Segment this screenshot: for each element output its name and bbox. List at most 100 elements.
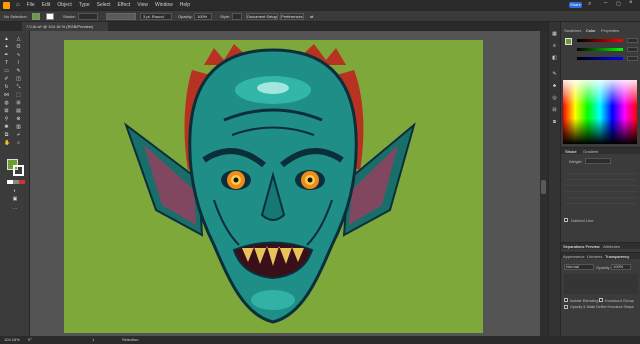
magic-wand-icon[interactable]: ✦ <box>4 45 9 50</box>
style-dropdown[interactable] <box>232 13 242 20</box>
type-tool-icon[interactable]: T <box>4 61 9 66</box>
slider-g[interactable] <box>577 48 623 51</box>
artboard[interactable] <box>64 40 483 333</box>
zoom-level[interactable]: 104.16% <box>4 336 20 344</box>
menu-help[interactable]: Help <box>180 2 190 8</box>
blend-mode-dropdown[interactable]: Normal <box>564 264 594 270</box>
tab-transparency[interactable]: Transparency <box>605 254 629 259</box>
lasso-icon[interactable]: ʘ <box>16 45 21 50</box>
menu-type[interactable]: Type <box>79 2 90 8</box>
stroke-color-box[interactable] <box>13 165 24 176</box>
direct-selection-tool-icon[interactable]: △ <box>16 37 21 42</box>
graphic-styles-icon[interactable]: ◎ <box>552 96 557 101</box>
paintbrush-icon[interactable]: ✎ <box>16 69 21 74</box>
pen-tool-icon[interactable]: ✒ <box>4 53 9 58</box>
shaper-tool-icon[interactable]: ✐ <box>4 77 9 82</box>
menu-file[interactable]: File <box>27 2 35 8</box>
menu-window[interactable]: Window <box>155 2 173 8</box>
tab-color[interactable]: Color <box>586 28 596 33</box>
slice-tool-icon[interactable]: ⌿ <box>16 133 21 138</box>
tab-properties[interactable]: Properties <box>601 28 619 33</box>
tab-stroke[interactable]: Stroke <box>565 149 577 154</box>
color-spectrum[interactable] <box>563 80 637 144</box>
variable-width-dropdown[interactable] <box>106 13 136 20</box>
free-transform-icon[interactable]: ⬚ <box>16 93 21 98</box>
rotation-value[interactable]: 0° <box>28 336 32 344</box>
artboard-number[interactable]: 1 <box>92 336 94 344</box>
color-value-b[interactable] <box>627 56 638 61</box>
menu-object[interactable]: Object <box>57 2 71 8</box>
slider-b[interactable] <box>577 57 623 60</box>
menu-effect[interactable]: Effect <box>118 2 131 8</box>
scale-tool-icon[interactable]: ⤡ <box>16 85 21 90</box>
eyedropper-icon[interactable]: ⚲ <box>4 117 9 122</box>
color-value-g[interactable] <box>627 47 638 52</box>
color-value-r[interactable] <box>627 38 638 43</box>
preferences-button[interactable]: Preferences <box>280 13 304 20</box>
color-mode-icons[interactable] <box>7 180 25 184</box>
artboard-tool-icon[interactable]: ⧉ <box>4 133 9 138</box>
symbols-panel-icon[interactable]: ♣ <box>552 84 557 89</box>
pathfinder-panel-icon[interactable]: ⧇ <box>552 120 557 125</box>
close-window-icon[interactable]: × <box>629 0 633 6</box>
shape-builder-icon[interactable]: ◍ <box>4 101 9 106</box>
weight-input[interactable] <box>585 158 611 164</box>
slider-r[interactable] <box>577 39 623 42</box>
more-tools-icon[interactable]: ⋯ <box>11 207 19 212</box>
hand-tool-icon[interactable]: ✋ <box>4 141 10 146</box>
maximize-icon[interactable]: ▢ <box>616 1 621 7</box>
menu-select[interactable]: Select <box>97 2 111 8</box>
screen-mode-icon[interactable]: ▣ <box>11 197 19 202</box>
tab-appearance[interactable]: Appearance <box>563 254 585 259</box>
rotate-tool-icon[interactable]: ↻ <box>4 85 9 90</box>
app-logo-icon[interactable] <box>0 0 12 10</box>
isolate-blending-checkbox[interactable] <box>564 298 568 302</box>
symbol-sprayer-icon[interactable]: ✺ <box>4 125 9 130</box>
share-button[interactable]: Share <box>569 2 582 8</box>
line-tool-icon[interactable]: / <box>16 61 21 66</box>
tab-gradient[interactable]: Gradient <box>583 149 598 154</box>
zoom-tool-icon[interactable]: ⌕ <box>16 141 21 146</box>
tab-separations-preview[interactable]: Separations Preview <box>563 244 600 249</box>
monster-head-artwork[interactable] <box>64 40 483 333</box>
brushes-panel-icon[interactable]: ✎ <box>552 72 557 77</box>
minimize-icon[interactable]: – <box>604 0 607 6</box>
dashed-line-checkbox[interactable] <box>564 218 568 222</box>
document-tab[interactable]: 7.0 AI.ai* @ 104.16 % (RGB/Preview) <box>22 22 108 31</box>
layers-panel-icon[interactable]: ≡ <box>552 44 557 49</box>
arrange-icon[interactable]: ⇄ <box>310 13 313 20</box>
gradient-tool-icon[interactable]: ▤ <box>16 109 21 114</box>
selection-tool-icon[interactable]: ▲ <box>4 37 9 42</box>
blend-tool-icon[interactable]: ⊗ <box>16 117 21 122</box>
opacity-mask-checkbox[interactable] <box>564 305 568 309</box>
libraries-panel-icon[interactable]: ◧ <box>552 56 557 61</box>
graph-tool-icon[interactable]: ▥ <box>16 125 21 130</box>
perspective-grid-icon[interactable]: ⊞ <box>16 101 21 106</box>
draw-mode-icon[interactable]: ◐ <box>11 189 19 194</box>
fill-swatch[interactable] <box>32 13 40 20</box>
vertical-scroll-thumb[interactable] <box>541 180 546 194</box>
color-fill-stroke-icon[interactable] <box>565 38 572 45</box>
brush-dropdown[interactable]: 3 pt. Round <box>140 13 172 20</box>
curvature-tool-icon[interactable]: ∿ <box>16 53 21 58</box>
tab-swatches[interactable]: Swatches <box>564 28 581 33</box>
tab-attributes[interactable]: Attributes <box>603 244 620 249</box>
eraser-icon[interactable]: ◫ <box>16 77 21 82</box>
search-icon[interactable]: ⌕ <box>588 1 591 8</box>
tab-libraries[interactable]: Libraries <box>587 254 602 259</box>
menu-view[interactable]: View <box>137 2 148 8</box>
document-setup-button[interactable]: Document Setup <box>246 13 278 20</box>
width-tool-icon[interactable]: ⋈ <box>4 93 9 98</box>
panel-icon-strip: ▦ ≡ ◧ ✎ ♣ ◎ ⊟ ⧇ <box>548 22 560 336</box>
properties-panel-icon[interactable]: ▦ <box>552 32 557 37</box>
stroke-swatch[interactable] <box>46 13 54 20</box>
transparency-opacity-input[interactable]: 100% <box>611 264 631 270</box>
opacity-input[interactable]: 100% <box>194 13 212 20</box>
rectangle-tool-icon[interactable]: ▭ <box>4 69 9 74</box>
align-panel-icon[interactable]: ⊟ <box>552 108 557 113</box>
home-icon[interactable]: ⌂ <box>16 2 20 8</box>
stroke-weight-input[interactable] <box>78 13 98 20</box>
menu-edit[interactable]: Edit <box>42 2 51 8</box>
knockout-group-checkbox[interactable] <box>599 298 603 302</box>
mesh-tool-icon[interactable]: ⊠ <box>4 109 9 114</box>
